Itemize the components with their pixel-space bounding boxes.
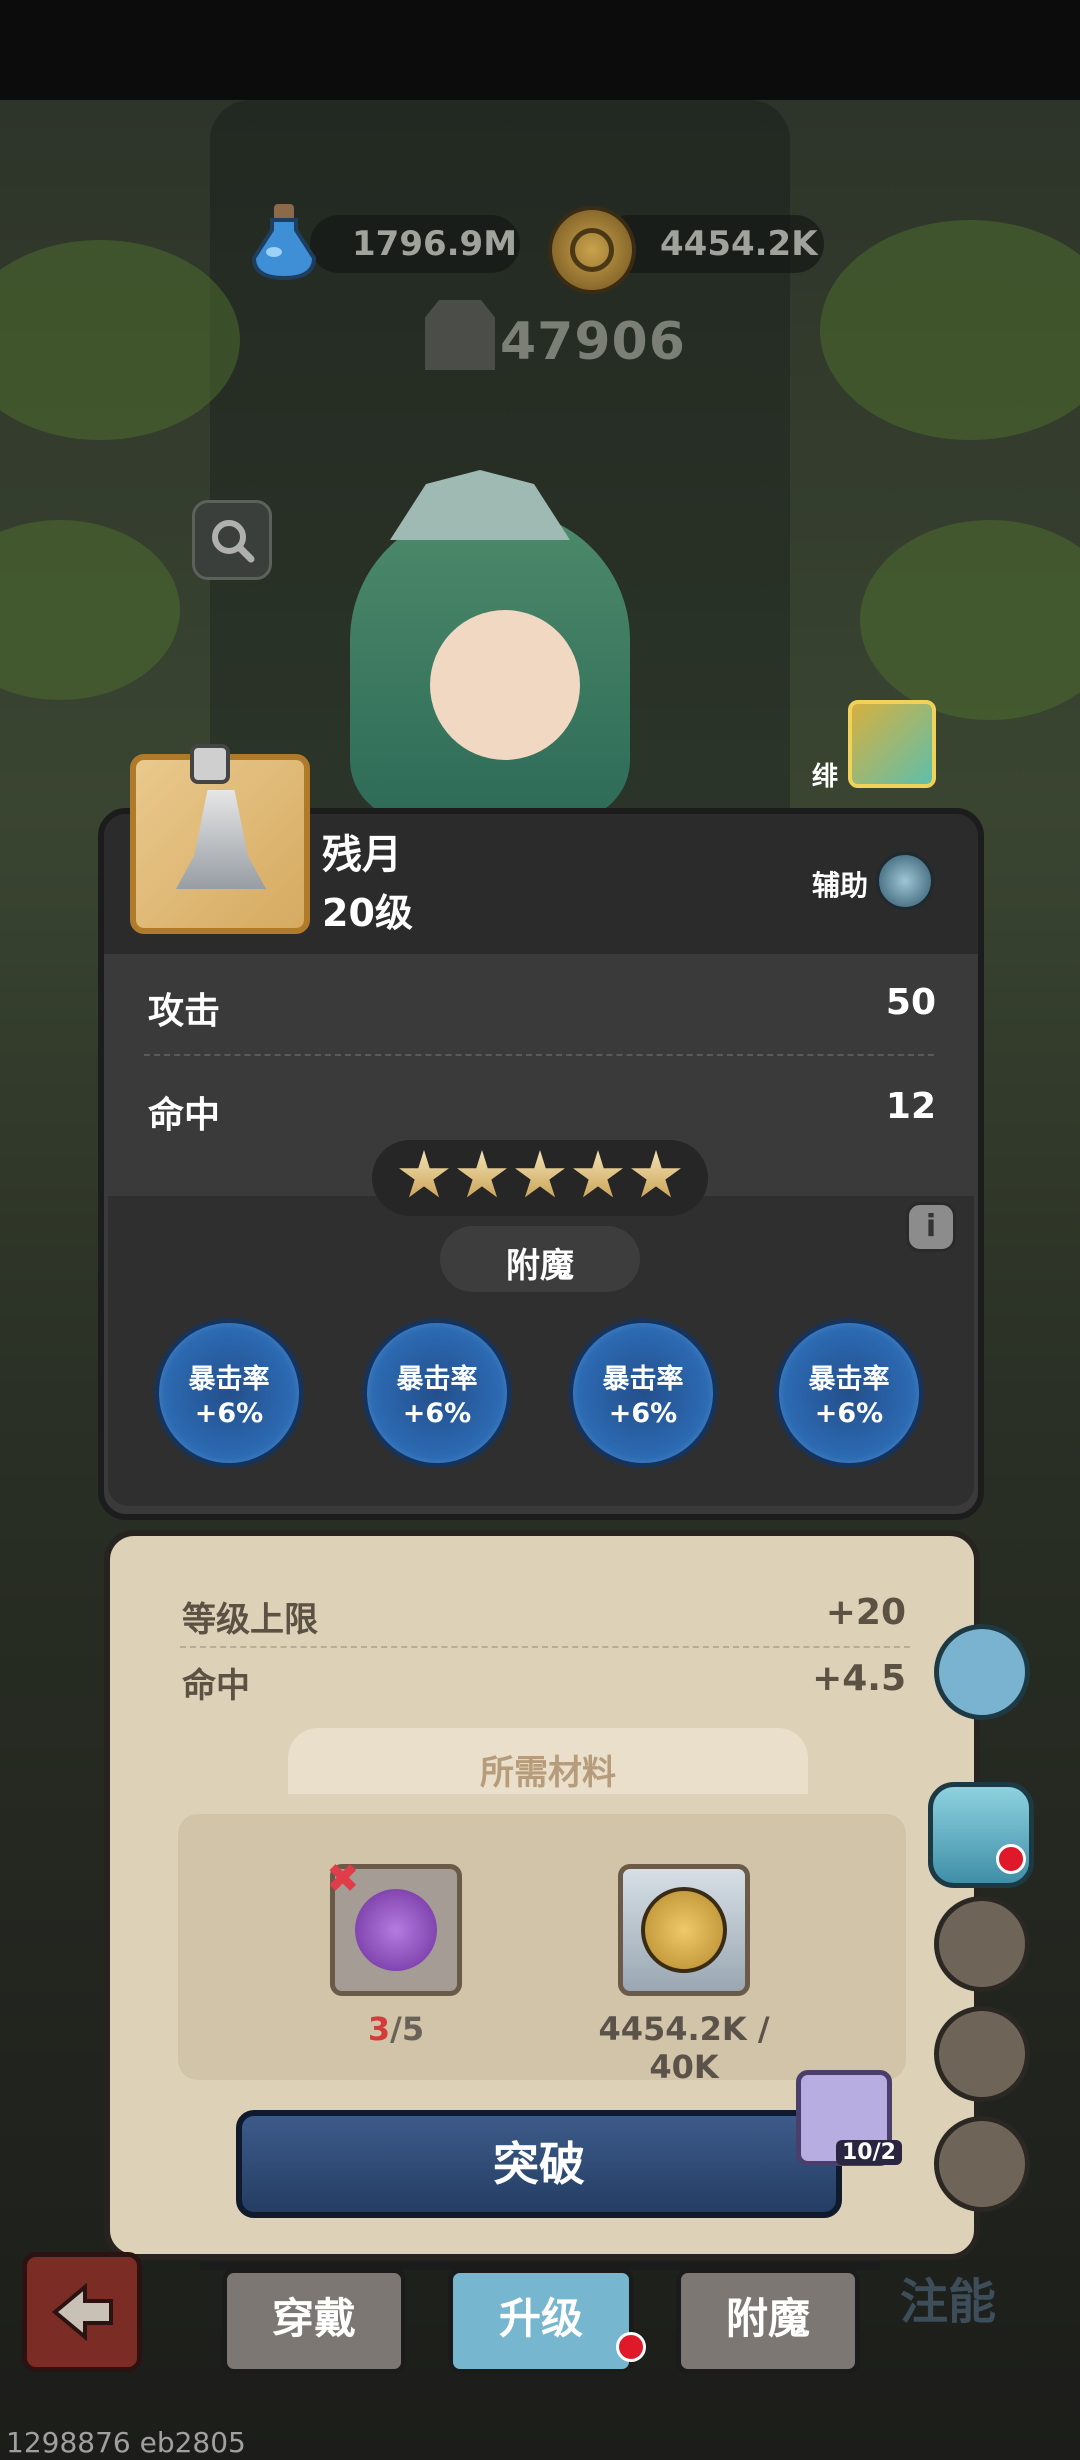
coin-material-slot[interactable] (618, 1864, 750, 1996)
lock-icon[interactable] (190, 744, 230, 784)
helmet-slot-button[interactable] (934, 2006, 1030, 2102)
breakthrough-button[interactable]: 突破 (236, 2110, 842, 2218)
upgrade-stat-name: 等级上限 (182, 1600, 318, 1640)
tab-enchant[interactable]: 附魔 (676, 2268, 860, 2374)
material-need: /5 (390, 2010, 425, 2048)
back-button[interactable] (22, 2252, 142, 2372)
rune-name: 暴击率 (602, 1364, 684, 1395)
stat-name: 命中 (148, 1095, 221, 1136)
hero-face (430, 610, 580, 760)
coin-icon (548, 206, 636, 294)
tab-upgrade[interactable]: 升级 (448, 2268, 634, 2374)
info-button[interactable]: i (906, 1202, 956, 1252)
stat-value: 12 (885, 1086, 936, 1127)
accessory-slot-button[interactable] (934, 2116, 1030, 2212)
stat-name: 攻击 (148, 991, 221, 1032)
upgrade-stat-name: 命中 (182, 1666, 250, 1706)
upgrade-stat-value: +20 (825, 1592, 906, 1633)
rune-name: 暴击率 (396, 1364, 478, 1395)
hero-portrait[interactable] (848, 700, 936, 788)
rune-name: 暴击率 (808, 1364, 890, 1395)
anvil-button[interactable] (934, 1624, 1030, 1720)
foliage (860, 520, 1080, 720)
enchant-rune[interactable]: 暴击率 +6% (154, 1318, 304, 1468)
potion-amount: 1796.9M (352, 224, 518, 264)
notification-dot (616, 2332, 646, 2362)
search-button[interactable] (192, 500, 272, 580)
materials-title: 所需材料 (480, 1753, 616, 1793)
item-name: 残月 (322, 832, 402, 878)
enchant-rune[interactable]: 暴击率 +6% (362, 1318, 512, 1468)
power-icon (425, 300, 495, 370)
foliage (0, 240, 240, 440)
notification-dot (996, 1844, 1026, 1874)
enchant-title: 附魔 (506, 1246, 574, 1286)
badge-count: 10/2 (836, 2140, 902, 2165)
infuse-button[interactable]: 注能 (900, 2262, 996, 2332)
combat-power: 47906 (500, 312, 686, 372)
potion-icon (251, 204, 317, 280)
search-icon (212, 520, 255, 563)
support-role-icon (876, 852, 934, 910)
stat-value: 50 (885, 982, 936, 1023)
rune-value: +6% (402, 1398, 472, 1429)
role-label: 辅助 (812, 869, 869, 902)
upgrade-stat-value: +4.5 (812, 1658, 906, 1699)
foliage (820, 220, 1080, 440)
rune-value: +6% (194, 1398, 264, 1429)
enchant-rune[interactable]: 暴击率 +6% (774, 1318, 924, 1468)
armor-slot-button[interactable] (934, 1896, 1030, 1992)
material-have: 3 (367, 2010, 391, 2048)
rune-value: +6% (814, 1398, 884, 1429)
rune-value: +6% (608, 1398, 678, 1429)
tab-wear[interactable]: 穿戴 (222, 2268, 406, 2374)
coin-icon (641, 1887, 727, 1973)
upgrade-stone-icon (355, 1889, 437, 1971)
enchant-rune[interactable]: 暴击率 +6% (568, 1318, 718, 1468)
divider (144, 1054, 934, 1056)
build-id: 1298876 eb2805 (6, 2426, 246, 2459)
material-count: 3/5 (330, 2010, 462, 2048)
foliage (0, 520, 180, 700)
back-arrow-icon (51, 2282, 113, 2342)
coin-material-count: 4454.2K / 40K (598, 2010, 770, 2086)
divider (180, 1646, 910, 1648)
missing-mark-icon: ✖ (326, 1856, 360, 1902)
rune-name: 暴击率 (188, 1364, 270, 1395)
bell-icon (176, 790, 266, 889)
hero-portrait-label: 绯 (812, 762, 839, 792)
item-level: 20级 (322, 891, 413, 935)
coin-amount: 4454.2K (660, 224, 818, 264)
